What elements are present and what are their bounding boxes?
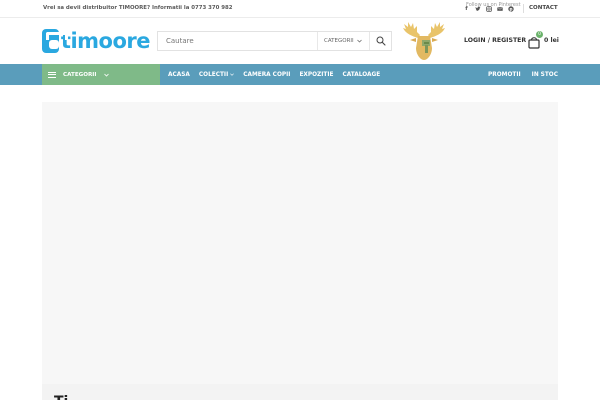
moose-head-decoration bbox=[398, 20, 450, 62]
cart-total[interactable]: 0 lei bbox=[544, 37, 559, 44]
email-icon[interactable] bbox=[496, 5, 503, 12]
nav-menu: ACASA COLECTII CAMERA COPII EXPOZITIE CA… bbox=[168, 64, 389, 85]
nav-item-acasa[interactable]: ACASA bbox=[168, 72, 190, 78]
chevron-down-icon bbox=[230, 73, 235, 76]
nav-item-cataloage[interactable]: CATALOAGE bbox=[342, 72, 380, 78]
chevron-down-icon bbox=[104, 73, 110, 77]
cart-count-badge: 0 bbox=[536, 31, 543, 38]
logo-text: timoore bbox=[60, 29, 151, 53]
contact-link[interactable]: CONTACT bbox=[529, 5, 558, 11]
search-category-label: CATEGORII bbox=[324, 38, 354, 44]
search-input[interactable] bbox=[166, 37, 311, 45]
nav-item-colectii[interactable]: COLECTII bbox=[198, 71, 235, 78]
top-bar: Vrei sa devii distribuitor TIMOORE? Info… bbox=[0, 0, 600, 18]
search-divider bbox=[317, 32, 318, 50]
search-category-select[interactable]: CATEGORII bbox=[324, 38, 362, 44]
nav-right-menu: PROMOTII IN STOC bbox=[488, 64, 558, 85]
svg-text:p: p bbox=[509, 6, 512, 11]
search-button[interactable] bbox=[370, 32, 392, 50]
twitter-icon[interactable] bbox=[474, 5, 481, 12]
cart-button[interactable]: 0 bbox=[528, 31, 543, 49]
hero-caption-bar: Ti bbox=[42, 384, 558, 400]
nav-item-promotii[interactable]: PROMOTII bbox=[488, 72, 521, 78]
instagram-icon[interactable] bbox=[485, 5, 492, 12]
chevron-down-icon bbox=[356, 39, 362, 43]
nav-item-camera-copii[interactable]: CAMERA COPII bbox=[243, 72, 290, 78]
hero-banner bbox=[42, 102, 558, 384]
pinterest-icon[interactable]: p bbox=[507, 5, 514, 12]
nav-item-colectii-label: COLECTII bbox=[198, 71, 229, 78]
search-bar: CATEGORII bbox=[157, 31, 392, 51]
categories-label: CATEGORII bbox=[63, 71, 97, 78]
main-navigation: CATEGORII ACASA COLECTII CAMERA COPII EX… bbox=[0, 64, 600, 85]
categories-menu-button[interactable]: CATEGORII bbox=[42, 64, 160, 85]
topbar-divider bbox=[523, 4, 524, 13]
nav-item-expozitie[interactable]: EXPOZITIE bbox=[299, 72, 333, 78]
hamburger-icon bbox=[48, 71, 56, 78]
hero-caption-text: Ti bbox=[54, 394, 68, 400]
social-links: f p bbox=[463, 5, 514, 12]
login-register-link[interactable]: LOGIN / REGISTER bbox=[464, 37, 526, 44]
search-icon bbox=[376, 36, 386, 46]
nav-item-in-stoc[interactable]: IN STOC bbox=[532, 72, 558, 78]
distributor-message: Vrei sa devii distribuitor TIMOORE? Info… bbox=[43, 5, 233, 11]
site-logo[interactable]: timoore bbox=[42, 28, 151, 54]
moose-logo-icon bbox=[42, 29, 68, 53]
facebook-icon[interactable]: f bbox=[463, 5, 470, 12]
